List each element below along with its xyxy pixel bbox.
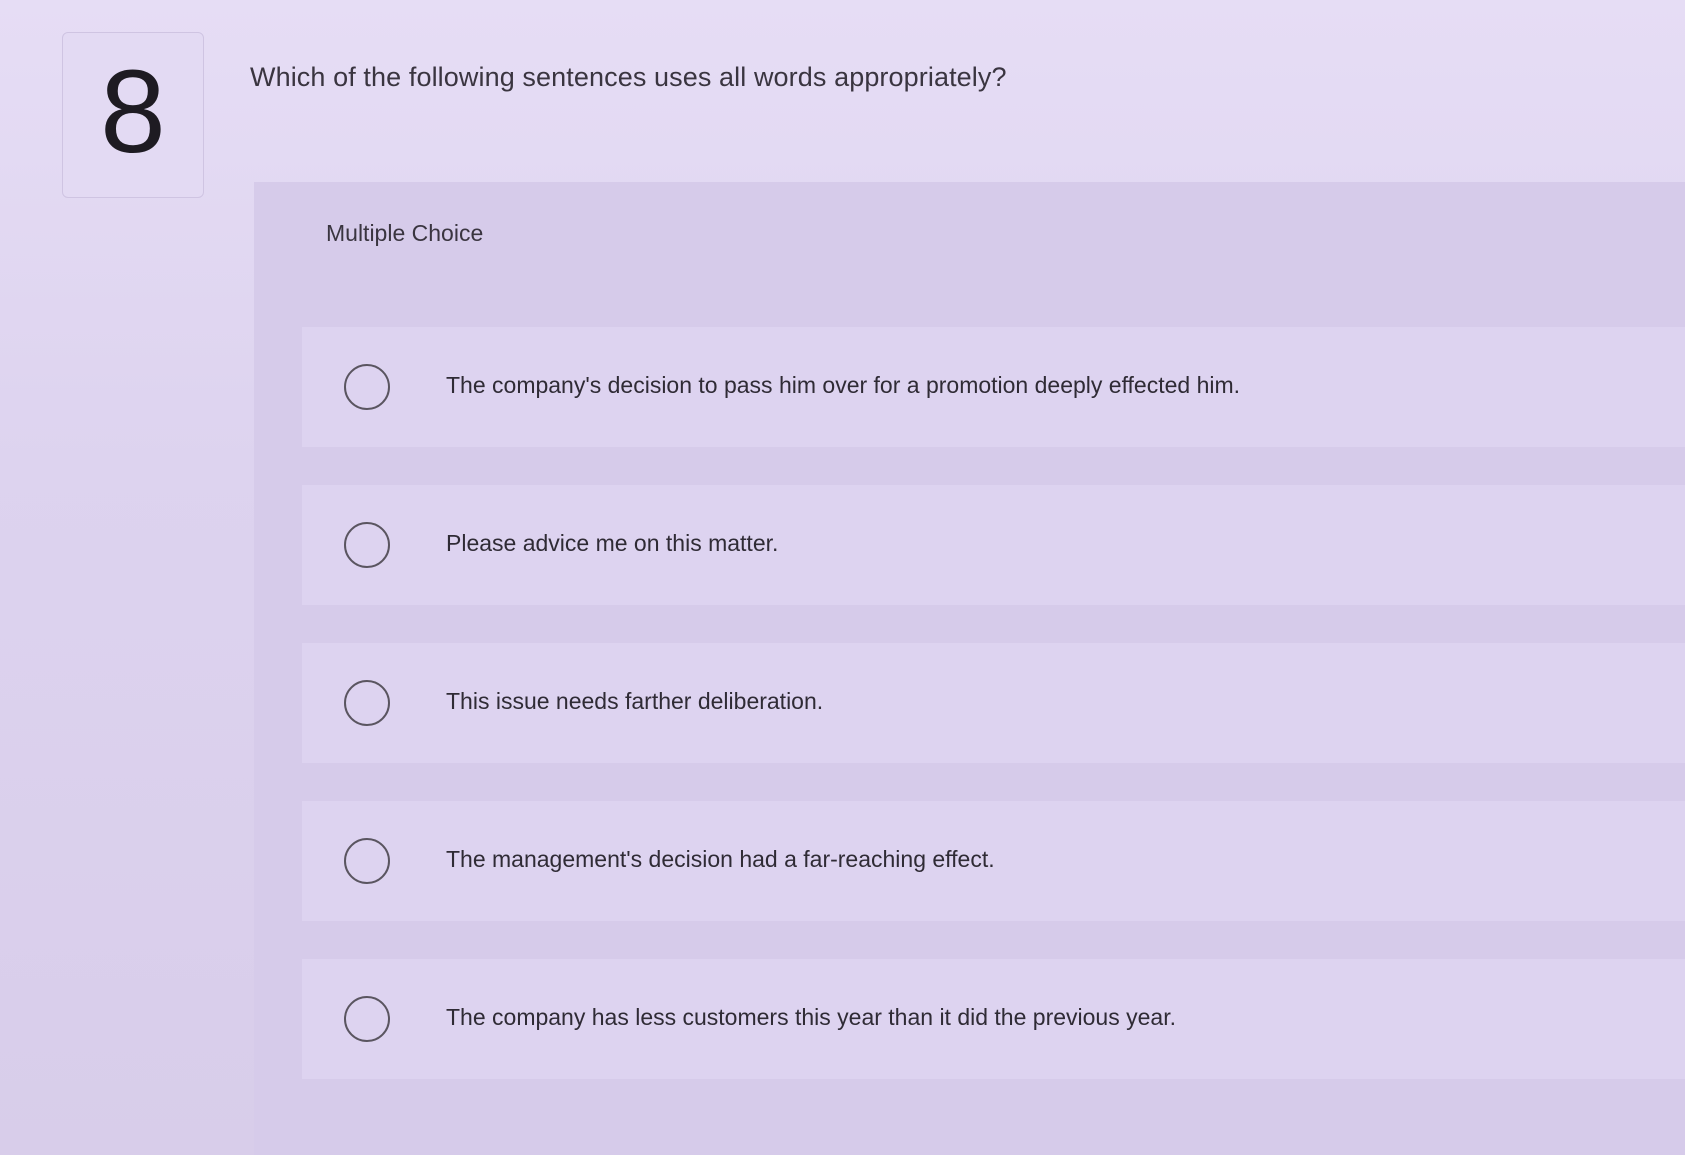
radio-button[interactable] <box>344 996 390 1042</box>
answer-option[interactable]: The management's decision had a far-reac… <box>302 801 1685 921</box>
question-text: Which of the following sentences uses al… <box>250 62 1007 92</box>
answer-option-label: The company's decision to pass him over … <box>446 372 1241 398</box>
radio-button[interactable] <box>344 522 390 568</box>
question-number-box: 8 <box>62 32 204 198</box>
answer-option-label: The company has less customers this year… <box>446 1004 1176 1030</box>
question-number: 8 <box>100 46 166 178</box>
radio-button[interactable] <box>344 838 390 884</box>
answer-option[interactable]: Please advice me on this matter. <box>302 485 1685 605</box>
answer-option-label: The management's decision had a far-reac… <box>446 846 995 872</box>
radio-button[interactable] <box>344 364 390 410</box>
answer-option-label: This issue needs farther deliberation. <box>446 688 824 714</box>
answer-option[interactable]: The company has less customers this year… <box>302 959 1685 1079</box>
quiz-page: 8 Which of the following sentences uses … <box>0 0 1685 1155</box>
question-type-label: Multiple Choice <box>326 220 484 246</box>
answer-option-label: Please advice me on this matter. <box>446 530 779 556</box>
radio-button[interactable] <box>344 680 390 726</box>
answer-option[interactable]: The company's decision to pass him over … <box>302 327 1685 447</box>
answer-option[interactable]: This issue needs farther deliberation. <box>302 643 1685 763</box>
